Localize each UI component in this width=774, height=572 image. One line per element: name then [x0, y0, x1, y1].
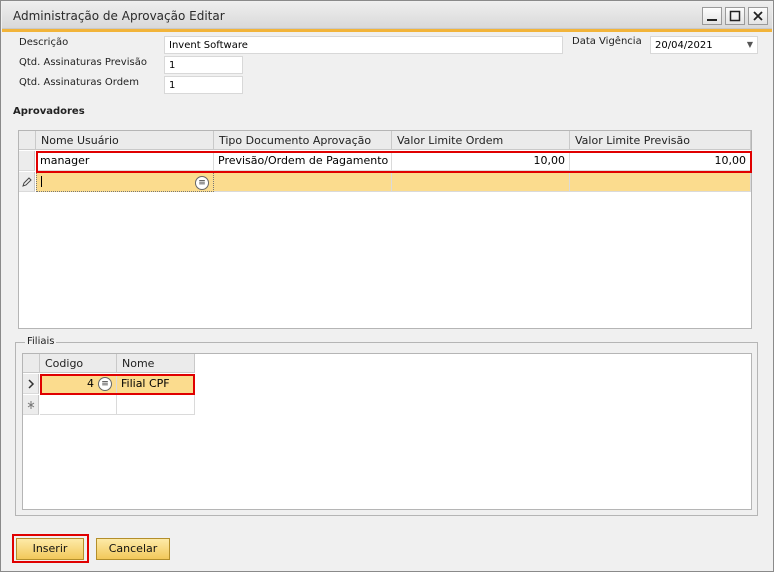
table-cell-nome-usuario[interactable]: manager: [36, 151, 214, 171]
descricao-field[interactable]: Invent Software: [164, 36, 563, 54]
col-header-nome[interactable]: Nome: [117, 354, 195, 373]
new-row-nome-usuario-cell[interactable]: ≡: [36, 172, 214, 192]
title-bar: Administração de Aprovação Editar: [2, 2, 772, 29]
close-button[interactable]: [748, 7, 768, 25]
maximize-icon: [729, 10, 741, 22]
new-row-tipo-documento-cell[interactable]: [214, 172, 392, 192]
new-row-valor-limite-previsao-cell[interactable]: [570, 172, 751, 192]
table-cell-tipo-documento[interactable]: Previsão/Ordem de Pagamento: [214, 151, 392, 171]
codigo-value: 4: [87, 377, 94, 390]
aprovadores-grid: Nome Usuário Tipo Documento Aprovação Va…: [18, 130, 752, 329]
col-header-valor-limite-ordem[interactable]: Valor Limite Ordem: [392, 131, 570, 150]
row-selector-new[interactable]: [23, 395, 39, 415]
chevron-right-icon: [27, 379, 34, 389]
chevron-down-icon[interactable]: ▼: [747, 40, 753, 49]
table-cell-codigo[interactable]: 4 ≡: [40, 374, 117, 394]
col-header-codigo[interactable]: Codigo: [40, 354, 117, 373]
new-row-codigo-cell[interactable]: [40, 395, 117, 415]
new-row-valor-limite-ordem-cell[interactable]: [392, 172, 570, 192]
pencil-icon: [21, 177, 32, 187]
data-vigencia-label: Data Vigência: [572, 36, 642, 47]
choose-from-list-icon[interactable]: ≡: [195, 176, 209, 190]
close-icon: [753, 11, 763, 21]
table-cell-nome[interactable]: Filial CPF: [117, 374, 195, 394]
cancelar-button[interactable]: Cancelar: [96, 538, 170, 560]
text-cursor: [41, 176, 42, 187]
col-header-tipo-documento[interactable]: Tipo Documento Aprovação: [214, 131, 392, 150]
col-header-nome-usuario[interactable]: Nome Usuário: [36, 131, 214, 150]
grid-corner: [19, 131, 36, 150]
new-row-nome-cell[interactable]: [117, 395, 195, 415]
filiais-title: Filiais: [25, 336, 57, 347]
aprovadores-title: Aprovadores: [13, 106, 85, 117]
row-selector[interactable]: [19, 151, 35, 171]
asterisk-icon: [27, 401, 34, 409]
col-header-valor-limite-previsao[interactable]: Valor Limite Previsão: [570, 131, 751, 150]
grid-corner: [23, 354, 40, 373]
data-vigencia-dropdown[interactable]: 20/04/2021 ▼: [650, 36, 758, 54]
qtd-ordem-field[interactable]: 1: [164, 76, 243, 94]
qtd-previsao-field[interactable]: 1: [164, 56, 243, 74]
data-vigencia-value: 20/04/2021: [655, 40, 713, 51]
minimize-button[interactable]: [702, 7, 722, 25]
qtd-ordem-label: Qtd. Assinaturas Ordem: [19, 77, 139, 88]
table-cell-valor-limite-previsao[interactable]: 10,00: [570, 151, 751, 171]
choose-from-list-icon[interactable]: ≡: [98, 377, 112, 391]
window-title: Administração de Aprovação Editar: [13, 9, 225, 23]
inserir-button[interactable]: Inserir: [16, 538, 84, 560]
accent-line: [2, 29, 772, 32]
row-selector-edit[interactable]: [19, 172, 35, 192]
qtd-previsao-label: Qtd. Assinaturas Previsão: [19, 57, 147, 68]
descricao-label: Descrição: [19, 37, 69, 48]
row-selector-current[interactable]: [23, 374, 39, 394]
maximize-button[interactable]: [725, 7, 745, 25]
approval-window: Administração de Aprovação Editar Descri…: [0, 0, 774, 572]
minimize-icon: [707, 19, 717, 21]
table-cell-valor-limite-ordem[interactable]: 10,00: [392, 151, 570, 171]
filiais-grid: Codigo Nome 4 ≡ Filial CPF: [22, 353, 752, 510]
